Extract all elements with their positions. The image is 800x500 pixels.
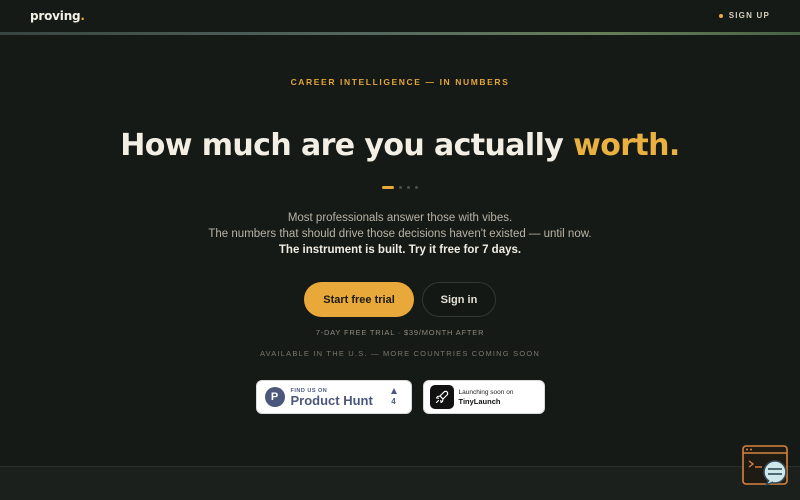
subtext-line-1: Most professionals answer those with vib… — [287, 212, 513, 224]
rocket-icon — [429, 385, 454, 409]
headline-main: How much are you actually — [120, 128, 574, 163]
upvote-count-value: 4 — [391, 397, 396, 406]
chat-support-icon[interactable] — [742, 445, 790, 487]
product-hunt-logo-icon: P — [264, 387, 285, 407]
sign-up-link[interactable]: SIGN UP — [718, 11, 770, 20]
tinylaunch-title: TinyLaunch — [458, 396, 501, 406]
tinylaunch-badge[interactable]: Launching soon on TinyLaunch — [422, 380, 545, 414]
site-logo[interactable]: proving. — [30, 9, 85, 23]
subtext-line-3: The instrument is built. Try it free for… — [278, 244, 522, 256]
tinylaunch-text: Launching soon on TinyLaunch — [459, 389, 514, 406]
top-navigation-bar: proving. SIGN UP — [0, 0, 800, 32]
headline-accent: worth. — [573, 128, 680, 163]
product-hunt-text: FIND US ON Product Hunt — [291, 388, 373, 407]
product-hunt-title: Product Hunt — [290, 392, 373, 408]
launch-badges: P FIND US ON Product Hunt 4 Launching so… — [0, 380, 800, 414]
carousel-dot-3[interactable] — [407, 186, 410, 189]
hero-headline: How much are you actually worth. — [0, 128, 800, 163]
trial-pricing-note: 7-DAY FREE TRIAL · $39/MONTH AFTER — [315, 328, 485, 337]
carousel-indicator — [0, 186, 800, 189]
logo-text: proving — [30, 9, 81, 23]
hero-subtext: Most professionals answer those with vib… — [0, 210, 800, 258]
footer-strip — [0, 466, 800, 500]
status-dot-icon — [718, 13, 723, 18]
carousel-dot-1[interactable] — [382, 186, 394, 189]
carousel-dot-2[interactable] — [399, 186, 402, 189]
carousel-dot-4[interactable] — [415, 186, 418, 189]
tinylaunch-small-label: Launching soon on — [458, 388, 514, 396]
hero-eyebrow: CAREER INTELLIGENCE — IN NUMBERS — [290, 77, 510, 87]
triangle-up-icon — [390, 388, 397, 394]
cta-row: Start free trial Sign in — [0, 282, 800, 317]
availability-note: AVAILABLE IN THE U.S. — MORE COUNTRIES C… — [259, 349, 541, 358]
subtext-line-2: The numbers that should drive those deci… — [208, 228, 592, 240]
sign-up-label: SIGN UP — [728, 11, 770, 20]
product-hunt-badge[interactable]: P FIND US ON Product Hunt 4 — [255, 380, 412, 414]
logo-dot: . — [80, 9, 85, 23]
header-gradient-divider — [0, 32, 800, 35]
sign-in-button[interactable]: Sign in — [422, 282, 496, 317]
upvote-count: 4 — [390, 388, 397, 406]
start-free-trial-button[interactable]: Start free trial — [304, 282, 414, 317]
